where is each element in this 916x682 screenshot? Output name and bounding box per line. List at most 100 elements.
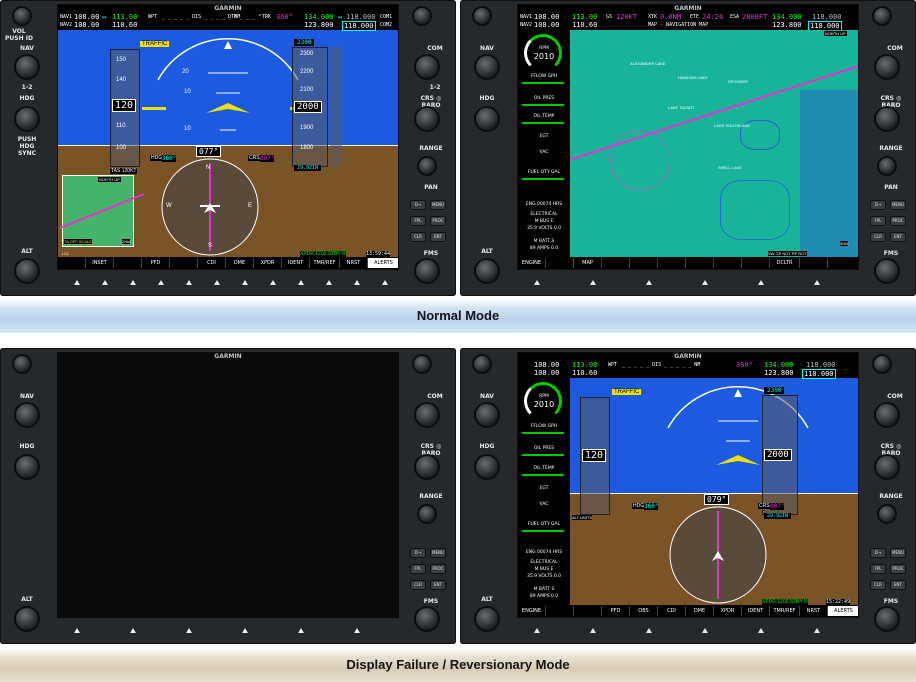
alt-knob[interactable] [474, 606, 500, 632]
softkey-map[interactable]: MAP [574, 258, 602, 268]
nav1-standby[interactable]: 113.00 [112, 13, 137, 21]
crs-baro-knob[interactable] [414, 106, 440, 132]
com1-standby[interactable]: 118.000 [346, 13, 376, 21]
softkey-xpdr[interactable]: XPDR [714, 606, 742, 616]
alt-knob[interactable] [474, 258, 500, 284]
softkey-pfd[interactable]: PFD [602, 606, 630, 616]
softkey-8[interactable] [714, 258, 742, 268]
softkey-5[interactable] [630, 258, 658, 268]
softkey-tmr-ref[interactable]: TMR/REF [310, 258, 340, 268]
range-pan-joystick[interactable] [417, 504, 437, 524]
nav-tune-knob[interactable] [474, 54, 500, 80]
baro-setting[interactable]: 29.92IN [294, 165, 322, 171]
proc-button[interactable]: PROC [430, 564, 446, 574]
nav1-active[interactable]: 108.00 [534, 361, 559, 369]
softkey-dme[interactable]: DME [226, 258, 254, 268]
softkey-ident[interactable]: IDENT [742, 606, 770, 616]
hdg-knob[interactable] [474, 454, 500, 480]
com2-active[interactable]: 123.800 [764, 369, 794, 377]
com-tune-knob[interactable] [874, 54, 900, 80]
nav2-standby[interactable]: 110.60 [572, 369, 597, 377]
nav-tune-knob[interactable] [14, 54, 40, 80]
direct-to-button[interactable]: D→ [410, 200, 426, 210]
softkey-3[interactable] [114, 258, 142, 268]
softkey-dme[interactable]: DME [686, 606, 714, 616]
fpl-button[interactable]: FPL [870, 216, 886, 226]
softkey-obs[interactable]: OBS [630, 606, 658, 616]
com1-standby[interactable]: 118.000 [812, 13, 842, 21]
softkey-1[interactable] [58, 258, 86, 268]
fms-knob[interactable] [414, 258, 440, 284]
softkey-ident[interactable]: IDENT [282, 258, 310, 268]
range-pan-joystick[interactable] [877, 504, 897, 524]
nav2-active[interactable]: 108.00 [534, 369, 559, 377]
softkey-xpdr[interactable]: XPDR [254, 258, 282, 268]
nav-volume-knob[interactable] [472, 6, 492, 26]
crs-baro-knob[interactable] [874, 454, 900, 480]
softkey-engine[interactable]: ENGINE [518, 606, 546, 616]
clr-button[interactable]: CLR [410, 232, 426, 242]
softkey-12[interactable] [828, 258, 858, 268]
com2-standby[interactable]: 118.000 [802, 369, 836, 379]
nav2-active[interactable]: 108.00 [534, 21, 559, 29]
softkey-9[interactable] [742, 258, 770, 268]
crs-value[interactable]: 007° [770, 503, 785, 510]
nav-volume-knob[interactable] [12, 6, 32, 26]
com-volume-knob[interactable] [412, 6, 432, 26]
baro-setting[interactable]: 29.92IN [764, 513, 792, 519]
com2-standby[interactable]: 118.000 [342, 21, 376, 31]
nav2-active[interactable]: 108.00 [74, 21, 99, 29]
nav-tune-knob[interactable] [14, 402, 40, 428]
menu-button[interactable]: MENU [430, 548, 446, 558]
softkey-tmr-ref[interactable]: TMR/REF [770, 606, 800, 616]
clr-button[interactable]: CLR [870, 232, 886, 242]
com1-active[interactable]: 134.000 [764, 361, 794, 369]
com-volume-knob[interactable] [872, 354, 892, 374]
softkey-nrst[interactable]: NRST [800, 606, 828, 616]
softkey-4[interactable] [602, 258, 630, 268]
com-tune-knob[interactable] [414, 54, 440, 80]
com-tune-knob[interactable] [874, 402, 900, 428]
nav2-standby[interactable]: 110.60 [572, 21, 597, 29]
softkey-nrst[interactable]: NRST [340, 258, 368, 268]
ent-button[interactable]: ENT [890, 232, 906, 242]
com-volume-knob[interactable] [412, 354, 432, 374]
menu-button[interactable]: MENU [890, 548, 906, 558]
proc-button[interactable]: PROC [890, 216, 906, 226]
menu-button[interactable]: MENU [890, 200, 906, 210]
alt-knob[interactable] [14, 258, 40, 284]
softkey-engine[interactable]: ENGINE [518, 258, 546, 268]
fpl-button[interactable]: FPL [410, 216, 426, 226]
softkey-cdi[interactable]: CDI [658, 606, 686, 616]
range-pan-joystick[interactable] [877, 156, 897, 176]
ent-button[interactable]: ENT [430, 232, 446, 242]
com2-active[interactable]: 123.800 [304, 21, 334, 29]
selected-altitude[interactable]: 2300 [294, 39, 315, 46]
nav-tune-knob[interactable] [474, 402, 500, 428]
proc-button[interactable]: PROC [430, 216, 446, 226]
softkey-inset[interactable]: INSET [86, 258, 114, 268]
fms-knob[interactable] [874, 606, 900, 632]
com1-standby[interactable]: 118.000 [806, 361, 836, 369]
ent-button[interactable]: ENT [890, 580, 906, 590]
com1-active[interactable]: 134.000 [304, 13, 334, 21]
softkey-2[interactable] [546, 258, 574, 268]
softkey-pfd[interactable]: PFD [142, 258, 170, 268]
nav-volume-knob[interactable] [472, 354, 492, 374]
softkey-alerts[interactable]: ALERTS [368, 258, 398, 268]
softkey-6[interactable] [658, 258, 686, 268]
crs-baro-knob[interactable] [414, 454, 440, 480]
nav2-standby[interactable]: 110.60 [112, 21, 137, 29]
fms-knob[interactable] [874, 258, 900, 284]
softkey-cdi[interactable]: CDI [198, 258, 226, 268]
direct-to-button[interactable]: D→ [870, 200, 886, 210]
hdg-knob[interactable] [14, 454, 40, 480]
softkey-3[interactable] [574, 606, 602, 616]
hdg-knob[interactable] [474, 106, 500, 132]
fpl-button[interactable]: FPL [410, 564, 426, 574]
com-tune-knob[interactable] [414, 402, 440, 428]
softkey-11[interactable] [800, 258, 828, 268]
direct-to-button[interactable]: D→ [870, 548, 886, 558]
softkey-alerts[interactable]: ALERTS [828, 606, 858, 616]
nav1-standby[interactable]: 113.00 [572, 13, 597, 21]
